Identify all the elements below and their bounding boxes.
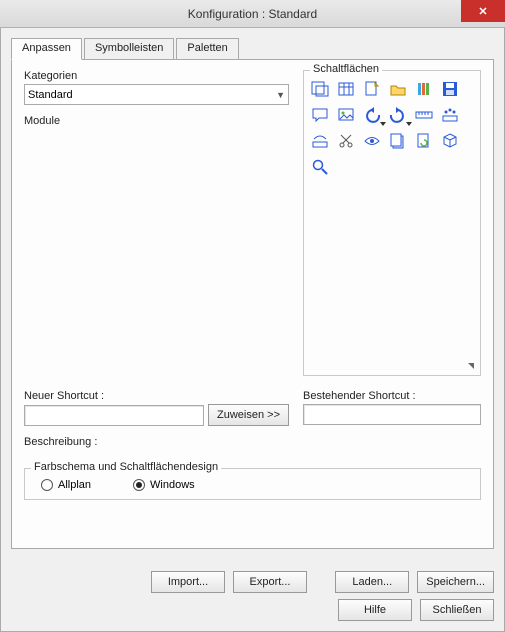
dialog-button-bar: Import... Export... Laden... Speichern..… [11,571,494,621]
edit-points-icon[interactable] [440,105,460,125]
save-disk-icon[interactable] [440,79,460,99]
tab-label: Paletten [187,42,227,54]
categories-label: Kategorien [24,70,289,82]
tab-panel-anpassen: Kategorien Standard ▼ Module Schaltfläch… [11,59,494,549]
buttons-group-legend: Schaltflächen [310,63,382,75]
close-window-button[interactable]: ✕ [461,0,505,22]
help-button[interactable]: Hilfe [338,599,412,621]
folder-open-icon[interactable] [388,79,408,99]
radio-allplan[interactable]: Allplan [41,479,91,491]
page-refresh-icon[interactable] [414,131,434,151]
existing-shortcut-input[interactable] [303,404,481,425]
close-button[interactable]: Schließen [420,599,494,621]
tab-anpassen[interactable]: Anpassen [11,38,82,60]
color-bars-icon[interactable] [414,79,434,99]
assign-button[interactable]: Zuweisen >> [208,404,289,426]
speech-bubble-icon[interactable] [310,105,330,125]
title-bar: Konfiguration : Standard ✕ [0,0,505,28]
tab-paletten[interactable]: Paletten [176,38,238,60]
tab-symbolleisten[interactable]: Symbolleisten [84,38,174,60]
close-button-label: Schließen [433,604,482,616]
assign-button-label: Zuweisen >> [217,409,280,421]
ruler-icon[interactable] [414,105,434,125]
tab-label: Symbolleisten [95,42,163,54]
categories-select[interactable]: Standard ▼ [24,84,289,105]
cube-3d-icon[interactable] [440,131,460,151]
description-label: Beschreibung : [24,436,289,448]
load-button[interactable]: Laden... [335,571,409,593]
design-group-legend: Farbschema und Schaltflächendesign [31,461,221,473]
calendar-grid-icon[interactable] [336,79,356,99]
buttons-groupbox: Schaltflächen [303,70,481,376]
window-config-icon[interactable] [310,79,330,99]
tab-strip: Anpassen Symbolleisten Paletten [11,38,494,60]
eye-view-icon[interactable] [362,131,382,151]
radio-circle-icon [41,479,53,491]
import-button[interactable]: Import... [151,571,225,593]
scissors-icon[interactable] [336,131,356,151]
save-button[interactable]: Speichern... [417,571,494,593]
resize-grip-icon[interactable] [468,363,474,369]
save-button-label: Speichern... [426,576,485,588]
redo-arrow-icon[interactable] [388,105,408,125]
window-body: Anpassen Symbolleisten Paletten Kategori… [0,28,505,632]
magnifier-icon[interactable] [310,157,330,177]
help-button-label: Hilfe [364,604,386,616]
toolbar-icon-grid [310,79,474,177]
undo-arrow-icon[interactable] [362,105,382,125]
import-button-label: Import... [168,576,208,588]
radio-windows[interactable]: Windows [133,479,195,491]
dropdown-marker-icon [380,122,386,126]
close-icon: ✕ [478,5,487,18]
edit-spline-icon[interactable] [310,131,330,151]
tab-label: Anpassen [22,42,71,54]
dropdown-marker-icon [406,122,412,126]
chevron-down-icon: ▼ [276,90,285,100]
picture-icon[interactable] [336,105,356,125]
export-button-label: Export... [250,576,291,588]
categories-select-value: Standard [28,89,73,101]
existing-shortcut-label: Bestehender Shortcut : [303,390,481,402]
load-button-label: Laden... [352,576,392,588]
radio-circle-icon [133,479,145,491]
radio-allplan-label: Allplan [58,479,91,491]
design-groupbox: Farbschema und Schaltflächendesign Allpl… [24,468,481,500]
modules-label: Module [24,115,289,127]
page-shadow-icon[interactable] [388,131,408,151]
new-page-icon[interactable] [362,79,382,99]
window-title: Konfiguration : Standard [188,7,317,21]
new-shortcut-input[interactable] [24,405,204,426]
new-shortcut-label: Neuer Shortcut : [24,390,289,402]
radio-windows-label: Windows [150,479,195,491]
export-button[interactable]: Export... [233,571,307,593]
